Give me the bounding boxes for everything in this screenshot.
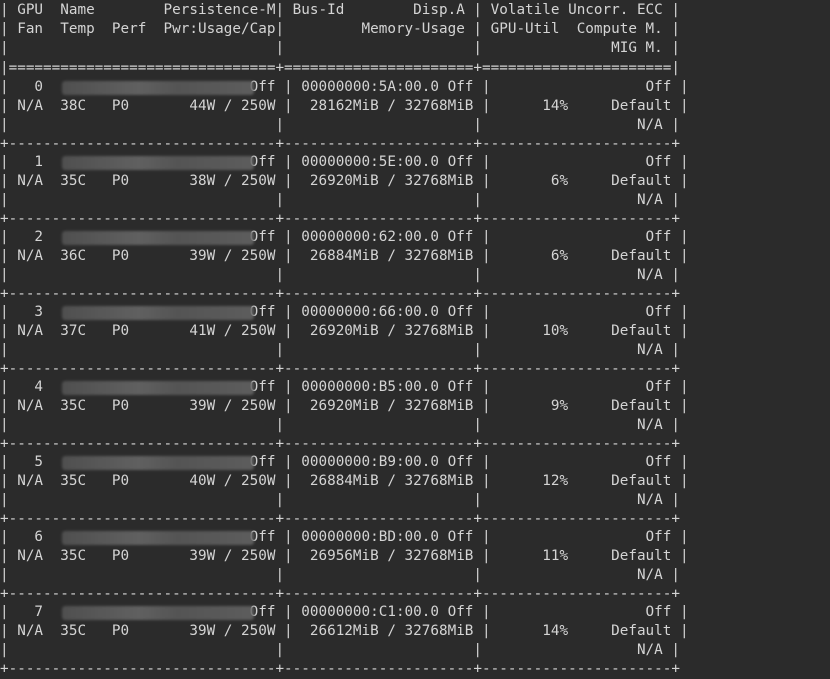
row-separator: +-------------------------------+-------… — [0, 361, 680, 377]
gpu-4-line-2: | N/A 35C P0 39W / 250W | 26920MiB / 327… — [0, 398, 689, 414]
gpu-5-line-2: | N/A 35C P0 40W / 250W | 26884MiB / 327… — [0, 473, 689, 489]
gpu-7-line-3: | | | N/A | — [0, 642, 680, 658]
gpu-6-line-3: | | | N/A | — [0, 567, 680, 583]
gpu-5-line-3: | | | N/A | — [0, 492, 680, 508]
redacted-gpu-name — [62, 531, 254, 545]
redacted-gpu-name — [62, 606, 254, 620]
redacted-gpu-name — [62, 81, 254, 95]
gpu-3-line-3: | | | N/A | — [0, 342, 680, 358]
header-separator: |===============================+=======… — [0, 60, 680, 76]
terminal-window: | GPU Name Persistence-M| Bus-Id Disp.A … — [0, 0, 830, 677]
gpu-0-line-2: | N/A 38C P0 44W / 250W | 28162MiB / 327… — [0, 98, 689, 114]
gpu-2-line-3: | | | N/A | — [0, 267, 680, 283]
row-separator: +-------------------------------+-------… — [0, 661, 680, 677]
header-line-1: | GPU Name Persistence-M| Bus-Id Disp.A … — [0, 2, 680, 18]
row-separator: +-------------------------------+-------… — [0, 211, 680, 227]
gpu-1-line-3: | | | N/A | — [0, 192, 680, 208]
gpu-7-line-2: | N/A 35C P0 39W / 250W | 26612MiB / 327… — [0, 623, 689, 639]
row-separator: +-------------------------------+-------… — [0, 286, 680, 302]
gpu-2-line-2: | N/A 36C P0 39W / 250W | 26884MiB / 327… — [0, 248, 689, 264]
redacted-gpu-name — [62, 306, 254, 320]
gpu-1-line-2: | N/A 35C P0 38W / 250W | 26920MiB / 327… — [0, 173, 689, 189]
redacted-gpu-name — [62, 456, 254, 470]
row-separator: +-------------------------------+-------… — [0, 586, 680, 602]
redacted-gpu-name — [62, 231, 254, 245]
gpu-6-line-2: | N/A 35C P0 39W / 250W | 26956MiB / 327… — [0, 548, 689, 564]
gpu-4-line-3: | | | N/A | — [0, 417, 680, 433]
header-line-3: | | | MIG M. | — [0, 40, 680, 56]
redacted-gpu-name — [62, 381, 254, 395]
row-separator: +-------------------------------+-------… — [0, 511, 680, 527]
row-separator: +-------------------------------+-------… — [0, 436, 680, 452]
redacted-gpu-name — [62, 156, 254, 170]
gpu-0-line-3: | | | N/A | — [0, 117, 680, 133]
header-line-2: | Fan Temp Perf Pwr:Usage/Cap| Memory-Us… — [0, 21, 680, 37]
gpu-3-line-2: | N/A 37C P0 41W / 250W | 26920MiB / 327… — [0, 323, 689, 339]
row-separator: +-------------------------------+-------… — [0, 136, 680, 152]
